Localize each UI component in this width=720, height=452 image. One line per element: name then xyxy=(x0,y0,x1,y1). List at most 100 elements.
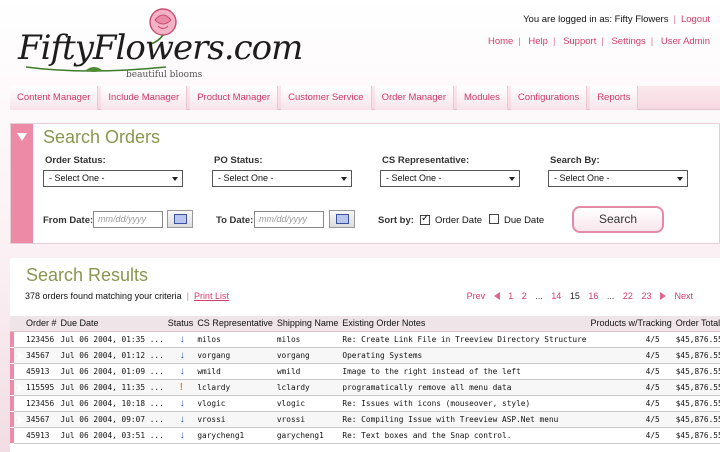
from-date-calendar-button[interactable] xyxy=(167,210,193,228)
tab-reports[interactable]: Reports xyxy=(590,86,639,110)
cs-rep-select[interactable]: - Select One - xyxy=(380,170,520,187)
expand-row-button[interactable] xyxy=(10,427,25,444)
cell-due-date: Jul 06 2004, 03:51 ... xyxy=(58,427,166,444)
cell-due-date: Jul 06 2004, 01:12 ... xyxy=(58,347,166,364)
cell-shipping-name: lclardy xyxy=(274,379,341,396)
pager-next-link[interactable]: Next xyxy=(674,291,693,301)
results-summary: 378 orders found matching your criteria |… xyxy=(25,291,229,301)
down-arrow-icon: ↓ xyxy=(179,349,185,361)
table-row[interactable]: 115595 Jul 06 2004, 11:35 ...! lclardy lcla… xyxy=(10,379,720,396)
col-shipping-name[interactable]: Shipping Name xyxy=(274,316,341,332)
pager-page-2[interactable]: 2 xyxy=(522,291,527,301)
user-admin-link[interactable]: User Admin xyxy=(661,36,710,47)
cell-status: ↓ xyxy=(165,411,196,428)
collapse-search-toggle[interactable] xyxy=(11,124,33,243)
table-row[interactable]: 34567 Jul 06 2004, 01:12 ... ↓ vorgang vorga… xyxy=(10,347,720,364)
table-row[interactable]: 123456 Jul 06 2004, 01:35 ... ↓ milos milos R… xyxy=(10,331,720,348)
tab-product-manager[interactable]: Product Manager xyxy=(190,86,279,110)
cell-order-notes: Re: Create Link File in Treeview Directo… xyxy=(340,331,589,348)
settings-link[interactable]: Settings xyxy=(611,36,645,47)
logged-in-text: You are logged in as: Fifty Flowers xyxy=(523,14,669,25)
search-button[interactable]: Search xyxy=(572,206,664,233)
tab-customer-service[interactable]: Customer Service xyxy=(281,86,372,110)
cell-due-date: Jul 06 2004, 09:07 ... xyxy=(58,411,166,428)
top-links: Home | Help | Support | Settings | User Admi… xyxy=(487,36,710,47)
support-link[interactable]: Support xyxy=(563,36,596,47)
order-status-label: Order Status: xyxy=(45,155,106,166)
expand-row-button[interactable] xyxy=(10,379,24,396)
table-row[interactable]: 45913 Jul 06 2004, 01:09 ... ↓ wmild wmild Im… xyxy=(10,363,720,380)
search-by-select[interactable]: - Select One - xyxy=(548,170,688,187)
prev-arrow-icon[interactable] xyxy=(493,292,500,300)
table-row[interactable]: 34567 Jul 06 2004, 09:07 ... ↓ vrossi vrossi… xyxy=(10,411,720,428)
col-order-total[interactable]: Order Total xyxy=(673,316,720,332)
order-status-select[interactable]: - Select One - xyxy=(43,170,183,187)
from-date-input[interactable]: mm/dd/yyyy xyxy=(93,211,163,228)
pager-prev-link[interactable]: Prev xyxy=(467,291,486,301)
to-date-label: To Date: xyxy=(216,215,254,226)
pager-page-16[interactable]: 16 xyxy=(588,291,598,301)
sort-order-date-checkbox[interactable] xyxy=(420,213,430,225)
table-row[interactable]: 123456 Jul 06 2004, 10:18 ... ↓ vlogic vlogi… xyxy=(10,395,720,412)
cs-rep-value: - Select One - xyxy=(386,173,442,183)
expand-row-button[interactable] xyxy=(10,411,24,428)
expand-row-button[interactable] xyxy=(10,331,24,348)
cell-cs-rep: vorgang xyxy=(195,347,275,364)
col-due-date[interactable]: Due Date xyxy=(58,316,166,332)
cell-status: ↓ xyxy=(165,347,196,364)
help-link[interactable]: Help xyxy=(528,36,548,47)
to-date-calendar-button[interactable] xyxy=(329,210,355,228)
cell-due-date: Jul 06 2004, 11:35 ... xyxy=(58,379,166,396)
fiftyflowers-logo[interactable]: FiftyFlowers.com beautiful blooms xyxy=(16,6,303,84)
main-nav: Content Manager Include Manager Product … xyxy=(10,86,720,110)
sort-by-label: Sort by: xyxy=(378,215,414,226)
cell-tracking: 4/5 xyxy=(588,347,674,364)
cell-cs-rep: milos xyxy=(195,331,275,348)
cell-cs-rep: lclardy xyxy=(195,379,275,396)
expand-row-button[interactable] xyxy=(10,347,24,364)
pager-page-1[interactable]: 1 xyxy=(508,291,513,301)
cell-cs-rep: vrossi xyxy=(195,411,275,428)
order-status-value: - Select One - xyxy=(49,173,105,183)
pager-page-14[interactable]: 14 xyxy=(551,291,561,301)
tab-content-manager[interactable]: Content Manager xyxy=(10,86,99,110)
expand-row-button[interactable] xyxy=(10,363,24,380)
col-order-notes[interactable]: Existing Order Notes xyxy=(340,316,589,332)
cell-tracking: 4/5 xyxy=(588,331,674,348)
pager-page-22[interactable]: 22 xyxy=(623,291,633,301)
cell-status: ↓ xyxy=(165,427,196,444)
cell-shipping-name: vrossi xyxy=(274,411,341,428)
home-link[interactable]: Home xyxy=(488,36,513,47)
col-status[interactable]: Status xyxy=(165,316,196,332)
tab-include-manager[interactable]: Include Manager xyxy=(101,86,188,110)
tab-configurations[interactable]: Configurations xyxy=(510,86,588,110)
expand-row-button[interactable] xyxy=(10,395,24,412)
col-order-number[interactable]: Order # xyxy=(14,316,59,332)
search-results-title: Search Results xyxy=(26,265,149,285)
po-status-select[interactable]: - Select One - xyxy=(212,170,352,187)
cell-order-total: $45,876.55 xyxy=(673,331,720,348)
cell-order-total: $45,876.55 xyxy=(673,427,720,444)
tab-order-manager[interactable]: Order Manager xyxy=(374,86,454,110)
tab-modules[interactable]: Modules xyxy=(457,86,508,110)
next-arrow-icon[interactable] xyxy=(659,292,666,300)
sort-due-date-checkbox[interactable] xyxy=(489,214,499,224)
table-row[interactable]: 45913 Jul 06 2004, 03:51 ... ↓ garycheng1 ga… xyxy=(10,427,720,444)
cell-cs-rep: vlogic xyxy=(195,395,275,412)
login-status: You are logged in as: Fifty Flowers | Logo… xyxy=(523,14,710,25)
search-orders-panel: Search Orders Order Status: - Select One… xyxy=(10,123,720,244)
cell-order-total: $45,876.55 xyxy=(673,379,720,396)
col-cs-representative[interactable]: CS Representative xyxy=(195,316,275,332)
col-products-tracking[interactable]: Products w/Tracking xyxy=(588,316,674,332)
search-by-label: Search By: xyxy=(550,155,600,166)
down-arrow-icon: ↓ xyxy=(179,397,185,409)
orders-table: Order # Due Date Status CS Representativ… xyxy=(10,316,720,444)
down-arrow-icon: ↓ xyxy=(179,413,185,425)
search-results-panel: Search Results 378 orders found matching… xyxy=(10,258,720,452)
logout-link[interactable]: Logout xyxy=(681,14,710,25)
cell-shipping-name: vorgang xyxy=(274,347,341,364)
pager-page-23[interactable]: 23 xyxy=(641,291,651,301)
cell-order-notes: Re: Issues with icons (mouseover, style) xyxy=(340,395,589,412)
print-list-link[interactable]: Print List xyxy=(194,291,229,301)
to-date-input[interactable]: mm/dd/yyyy xyxy=(254,211,324,228)
